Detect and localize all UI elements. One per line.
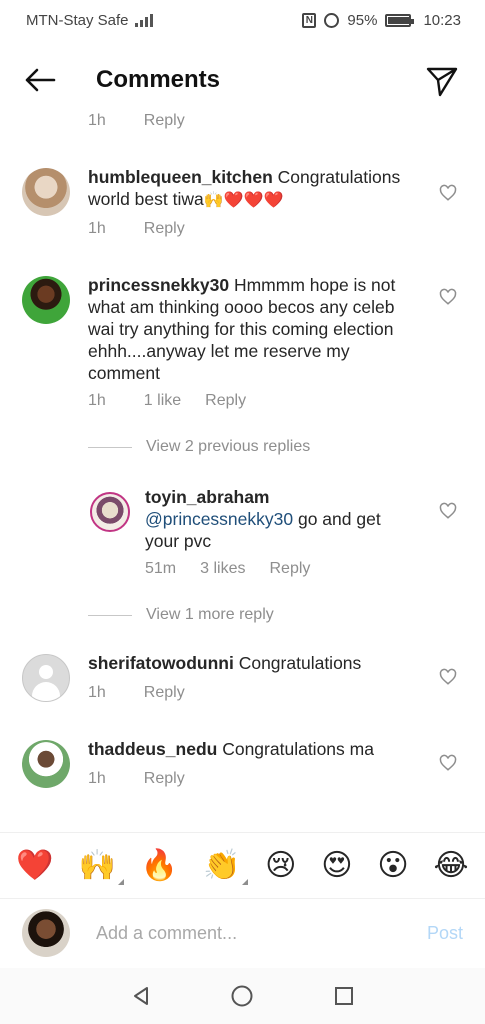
comment-username[interactable]: thaddeus_nedu bbox=[88, 739, 217, 759]
like-heart-icon[interactable] bbox=[439, 668, 457, 686]
like-heart-icon[interactable] bbox=[439, 754, 457, 772]
default-avatar-body bbox=[32, 682, 60, 701]
arrow-left-icon bbox=[25, 68, 56, 92]
comment-meta: 1h Reply bbox=[88, 112, 185, 130]
like-heart-icon[interactable] bbox=[439, 288, 457, 306]
reply-time: 51m bbox=[145, 560, 177, 577]
divider-line bbox=[88, 614, 132, 616]
clock: 10:23 bbox=[423, 11, 461, 29]
reply-button[interactable]: Reply bbox=[144, 770, 185, 788]
comment-time: 1h bbox=[88, 684, 106, 701]
emoji-heart-eyes[interactable]: 😍 bbox=[321, 850, 352, 881]
nav-back-button[interactable] bbox=[123, 978, 159, 1014]
comment-text: thaddeus_nedu Congratulations ma bbox=[88, 738, 418, 760]
emoji-clapping[interactable]: 👏 bbox=[202, 847, 249, 885]
comment-emojis: 🙌❤️❤️❤️ bbox=[203, 190, 284, 209]
comments-list: 1h Reply humblequeen_kitchen Congratulat… bbox=[0, 110, 485, 832]
reply-button[interactable]: Reply bbox=[144, 220, 185, 238]
status-right: N 95% 10:23 bbox=[302, 12, 461, 29]
reply-button[interactable]: Reply bbox=[269, 560, 310, 578]
current-user-avatar bbox=[22, 909, 70, 957]
comment-time: 1h bbox=[88, 770, 106, 787]
comment-time: 1h bbox=[88, 392, 106, 409]
view-previous-label: View 2 previous replies bbox=[146, 438, 311, 455]
like-count[interactable]: 1 like bbox=[144, 392, 181, 410]
reply-button[interactable]: Reply bbox=[144, 684, 185, 702]
carrier-label: MTN-Stay Safe bbox=[26, 11, 129, 29]
triangle-back-icon bbox=[133, 987, 148, 1005]
battery-icon bbox=[385, 13, 415, 27]
like-heart-icon[interactable] bbox=[439, 184, 457, 202]
header: Comments bbox=[0, 50, 485, 110]
reply-meta: 51m 3 likes Reply bbox=[145, 560, 310, 578]
avatar[interactable] bbox=[90, 492, 130, 532]
comment-body: Congratulations bbox=[238, 653, 362, 673]
page-title: Comments bbox=[96, 66, 221, 93]
status-bar: MTN-Stay Safe N 95% 10:23 bbox=[0, 0, 485, 40]
reply-text: toyin_abraham @princessnekky30 go and ge… bbox=[145, 486, 415, 552]
system-nav-bar bbox=[0, 968, 485, 1024]
comment-time: 1h bbox=[88, 112, 106, 129]
mention-link[interactable]: @princessnekky30 bbox=[145, 509, 293, 529]
avatar[interactable] bbox=[22, 276, 70, 324]
view-previous-replies[interactable]: View 2 previous replies bbox=[88, 438, 310, 456]
view-more-label: View 1 more reply bbox=[146, 606, 274, 623]
avatar[interactable] bbox=[22, 740, 70, 788]
emoji-glyph: 👏 bbox=[202, 847, 241, 883]
send-icon[interactable] bbox=[425, 64, 459, 98]
square-recents-icon bbox=[335, 987, 354, 1005]
emoji-heart[interactable]: ❤️ bbox=[16, 850, 53, 881]
emoji-laughing[interactable]: 😂 bbox=[433, 850, 468, 881]
comment-input[interactable] bbox=[96, 919, 396, 947]
alarm-icon bbox=[324, 12, 340, 28]
status-left: MTN-Stay Safe bbox=[26, 12, 153, 29]
nfc-icon: N bbox=[302, 12, 317, 28]
comment-text: humblequeen_kitchen Congratulations worl… bbox=[88, 166, 418, 211]
comment-meta: 1h 1 like Reply bbox=[88, 392, 246, 410]
back-button[interactable] bbox=[0, 50, 80, 110]
comment-text: sherifatowodunni Congratulations bbox=[88, 652, 418, 674]
avatar[interactable] bbox=[22, 654, 70, 702]
comment-meta: 1h Reply bbox=[88, 684, 185, 702]
comment-time: 1h bbox=[88, 220, 106, 237]
comment-input-bar: Post bbox=[0, 898, 485, 968]
reply-button[interactable]: Reply bbox=[205, 392, 246, 410]
nav-home-button[interactable] bbox=[224, 978, 260, 1014]
comment-username[interactable]: princessnekky30 bbox=[88, 275, 229, 295]
comment-meta: 1h Reply bbox=[88, 220, 185, 238]
emoji-glyph: 🙌 bbox=[78, 847, 116, 883]
comment-username[interactable]: sherifatowodunni bbox=[88, 653, 234, 673]
battery-percent: 95% bbox=[347, 11, 378, 29]
emoji-fire[interactable]: 🔥 bbox=[141, 850, 178, 881]
nav-recents-button[interactable] bbox=[326, 978, 362, 1014]
comment-text: princessnekky30 Hmmmm hope is not what a… bbox=[88, 274, 418, 384]
emoji-bar: ❤️ 🙌 🔥 👏 😢 😍 😮 😂 bbox=[0, 832, 485, 898]
view-more-replies[interactable]: View 1 more reply bbox=[88, 606, 274, 624]
emoji-surprised[interactable]: 😮 bbox=[377, 850, 408, 881]
like-heart-icon[interactable] bbox=[439, 502, 457, 520]
emoji-crying[interactable]: 😢 bbox=[265, 850, 296, 881]
default-avatar-head bbox=[39, 665, 53, 679]
divider-line bbox=[88, 446, 132, 448]
skin-tone-indicator bbox=[117, 878, 124, 885]
reply-username[interactable]: toyin_abraham bbox=[145, 487, 269, 507]
like-count[interactable]: 3 likes bbox=[200, 560, 245, 578]
skin-tone-indicator bbox=[242, 878, 249, 885]
signal-icon bbox=[134, 13, 153, 27]
comment-meta: 1h Reply bbox=[88, 770, 185, 788]
comment-body: Congratulations ma bbox=[222, 739, 374, 759]
circle-home-icon bbox=[231, 985, 253, 1007]
comment-username[interactable]: humblequeen_kitchen bbox=[88, 167, 273, 187]
post-button[interactable]: Post bbox=[427, 923, 463, 944]
emoji-raising-hands[interactable]: 🙌 bbox=[78, 847, 124, 885]
avatar[interactable] bbox=[22, 168, 70, 216]
reply-button[interactable]: Reply bbox=[144, 112, 185, 130]
